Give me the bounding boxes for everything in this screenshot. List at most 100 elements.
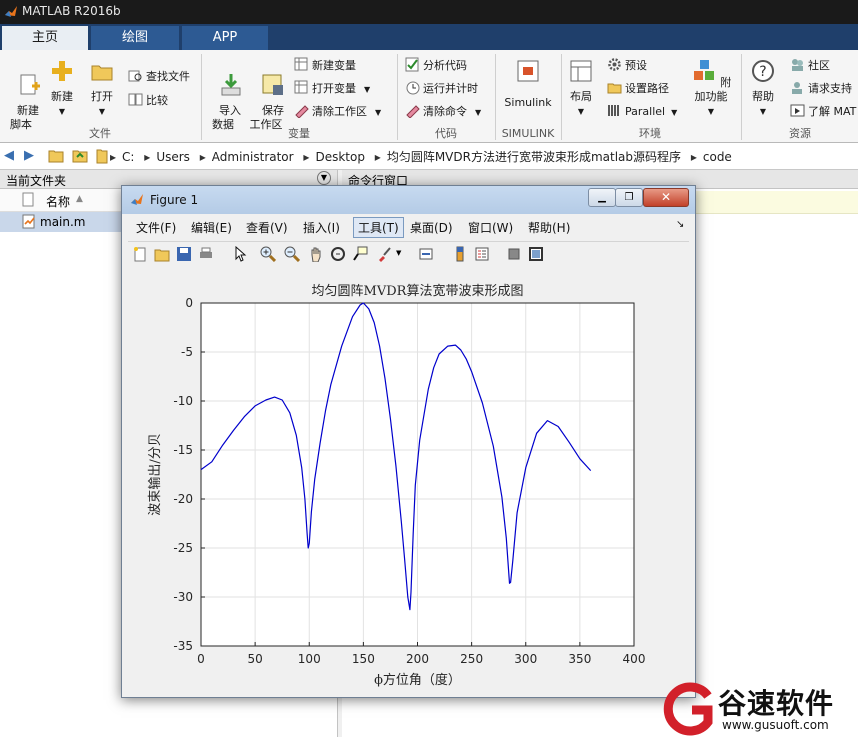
y-tick-label: 0 — [185, 296, 193, 310]
link-plot-icon[interactable] — [418, 246, 434, 262]
beam-pattern-chart[interactable]: 0 50 100 150 200 250 300 350 400 0 -5 -10 -15 -20 -25 -… — [128, 268, 689, 692]
community-button[interactable]: 社区 — [790, 57, 830, 75]
find-files-icon — [128, 70, 142, 82]
clear-workspace-button[interactable]: 清除工作区 ▼ — [294, 103, 381, 121]
y-tick-label: -30 — [173, 590, 193, 604]
breadcrumb-item[interactable]: 均匀圆阵MVDR方法进行宽带波束形成matlab源码程序 — [387, 150, 681, 164]
help-button[interactable]: ? 帮助 ▼ — [746, 58, 780, 119]
breadcrumb-item[interactable]: Desktop — [315, 150, 365, 164]
zoom-out-icon[interactable] — [284, 246, 300, 262]
close-button[interactable]: ✕ — [643, 188, 689, 207]
panel-menu-chevron-icon[interactable]: ▼ — [317, 171, 331, 185]
forward-arrow-icon[interactable]: ▶ — [24, 148, 34, 163]
preferences-button[interactable]: 预设 — [607, 57, 647, 75]
menu-insert[interactable]: 插入(I) — [303, 219, 340, 236]
group-label-simulink: SIMULINK — [501, 127, 555, 140]
pan-hand-icon[interactable] — [308, 246, 324, 262]
tab-apps[interactable]: APP — [182, 26, 268, 50]
close-icon: ✕ — [660, 190, 672, 204]
help-question-icon: ? — [752, 60, 774, 82]
import-data-icon — [221, 74, 241, 96]
brush-icon[interactable] — [376, 246, 392, 262]
addons-button[interactable]: 附加功能 ▼ — [686, 58, 736, 119]
breadcrumb-item[interactable]: code — [703, 150, 732, 164]
menu-desktop[interactable]: 桌面(D) — [410, 219, 453, 236]
find-files-button[interactable]: 查找文件 — [128, 68, 190, 86]
breadcrumb-item[interactable]: Administrator — [212, 150, 294, 164]
request-support-button[interactable]: 请求支持 — [790, 80, 852, 98]
learn-matlab-icon — [790, 104, 805, 117]
zoom-in-icon[interactable] — [260, 246, 276, 262]
new-button[interactable]: 新建 ▼ — [44, 58, 80, 119]
open-variable-button[interactable]: 打开变量 ▼ — [294, 80, 370, 98]
data-cursor-icon[interactable] — [352, 246, 368, 262]
group-label-code: 代码 — [435, 127, 457, 140]
menu-edit[interactable]: 编辑(E) — [191, 219, 232, 236]
dock-arrow-icon[interactable]: ↘ — [676, 219, 684, 230]
colorbar-icon[interactable] — [452, 246, 468, 262]
set-path-icon — [607, 83, 622, 94]
print-icon[interactable] — [198, 246, 214, 262]
run-and-time-icon — [406, 81, 420, 95]
menu-tools[interactable]: 工具(T) — [353, 217, 404, 238]
layout-button[interactable]: 布局 ▼ — [564, 58, 598, 119]
brand-logo-icon — [663, 682, 713, 736]
parallel-button[interactable]: Parallel ▼ — [607, 103, 677, 121]
maximize-button[interactable]: ❐ — [615, 188, 643, 207]
legend-icon[interactable] — [474, 246, 490, 262]
clear-commands-icon — [406, 105, 420, 118]
analyze-code-button[interactable]: 分析代码 — [405, 57, 467, 75]
column-header-name[interactable]: 名称 — [46, 193, 70, 210]
y-tick-label: -5 — [181, 345, 193, 359]
matlab-figure-icon — [131, 194, 143, 205]
y-tick-label: -35 — [173, 639, 193, 653]
menu-file[interactable]: 文件(F) — [136, 219, 176, 236]
open-button[interactable]: 打开 ▼ — [84, 58, 120, 119]
x-tick-label: 400 — [623, 652, 646, 666]
y-axis-label: 波束输出/分贝 — [147, 433, 163, 515]
compare-button[interactable]: 比较 — [128, 92, 168, 110]
menu-window[interactable]: 窗口(W) — [468, 219, 513, 236]
x-axis-label: ϕ方位角（度） — [374, 672, 461, 688]
figure-toolbar: ▼ — [128, 241, 689, 269]
root-folder-icon — [96, 149, 108, 164]
figure-titlebar: Figure 1 ▁ ❐ ✕ — [122, 186, 695, 214]
x-tick-label: 350 — [568, 652, 591, 666]
tab-home[interactable]: 主页 — [2, 26, 88, 50]
clear-commands-button[interactable]: 清除命令 ▼ — [405, 103, 481, 121]
restore-icon: ❐ — [624, 192, 634, 203]
minimize-button[interactable]: ▁ — [588, 188, 616, 207]
back-arrow-icon[interactable]: ◀ — [4, 148, 14, 163]
rotate-3d-icon[interactable] — [330, 246, 346, 262]
compare-icon — [128, 93, 143, 106]
show-plot-tools-icon[interactable] — [528, 246, 544, 262]
up-folder-icon[interactable] — [48, 148, 64, 163]
new-script-icon — [20, 74, 40, 95]
save-icon[interactable] — [176, 246, 192, 262]
brush-dropdown-icon[interactable]: ▼ — [396, 249, 401, 257]
set-path-button[interactable]: 设置路径 — [607, 80, 669, 98]
current-folder-title: 当前文件夹 — [6, 174, 67, 188]
menu-help[interactable]: 帮助(H) — [528, 219, 570, 236]
new-variable-button[interactable]: 新建变量 — [294, 57, 356, 75]
breadcrumb-item[interactable]: C: — [122, 150, 134, 164]
matlab-logo-icon — [5, 6, 17, 17]
learn-matlab-button[interactable]: 了解 MAT — [790, 103, 856, 121]
community-icon — [792, 59, 803, 71]
simulink-button[interactable]: Simulink — [500, 58, 556, 116]
run-and-time-button[interactable]: 运行并计时 — [405, 80, 478, 98]
pointer-arrow-icon[interactable] — [232, 246, 248, 262]
watermark: 谷速软件 www.gusuoft.com — [656, 680, 858, 737]
tab-plots[interactable]: 绘图 — [91, 26, 179, 50]
plot-canvas[interactable]: 0 50 100 150 200 250 300 350 400 0 -5 -10 -15 -20 -25 -… — [128, 268, 689, 692]
file-type-column-icon — [22, 192, 34, 207]
app-titlebar: MATLAB R2016b — [0, 0, 858, 24]
new-figure-icon[interactable] — [132, 246, 148, 262]
open-variable-icon — [294, 80, 308, 94]
x-tick-label: 0 — [197, 652, 205, 666]
breadcrumb-item[interactable]: Users — [156, 150, 190, 164]
open-file-icon[interactable] — [154, 246, 170, 262]
browse-folder-icon[interactable] — [72, 148, 88, 163]
hide-plot-tools-icon[interactable] — [506, 246, 522, 262]
menu-view[interactable]: 查看(V) — [246, 219, 288, 236]
